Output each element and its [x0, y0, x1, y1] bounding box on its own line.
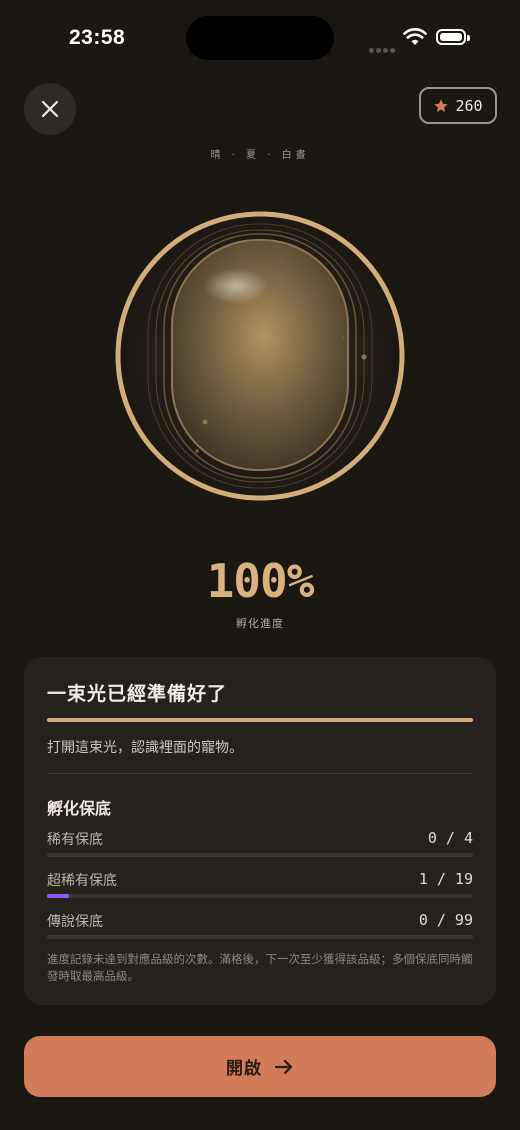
weather-label: 晴	[210, 150, 225, 161]
ready-progress-bar	[47, 718, 473, 722]
environment-info: 晴 · 夏 · 白晝	[0, 146, 520, 161]
open-button[interactable]: 開啟	[24, 1036, 496, 1097]
pity-row-rare: 稀有保底 0 / 4	[47, 829, 473, 859]
star-icon	[434, 98, 449, 112]
pity-row-label: 超稀有保底	[47, 873, 117, 889]
cellular-signal-icon	[369, 38, 397, 57]
open-button-label: 開啟	[226, 1059, 262, 1079]
separator: ·	[267, 150, 275, 161]
pity-row-value: 1 / 19	[418, 870, 473, 888]
season-label: 夏	[246, 150, 260, 161]
pity-note: 進度記錄未達到對應品級的次數。滿格後，下一次至少獲得該品級；多個保底同時觸發時取…	[47, 952, 473, 983]
pity-row-label: 傳說保底	[47, 914, 103, 930]
dynamic-island	[186, 16, 334, 60]
close-button[interactable]	[24, 83, 76, 135]
pity-row-value: 0 / 99	[418, 911, 473, 929]
points-badge: 260	[419, 87, 497, 124]
light-egg[interactable]	[114, 210, 406, 502]
wifi-icon	[403, 28, 427, 50]
pity-row-label: 稀有保底	[47, 832, 103, 848]
card-description: 打開這束光，認識裡面的寵物。	[47, 740, 243, 756]
close-icon	[41, 100, 59, 118]
separator: ·	[231, 150, 239, 161]
status-time: 23:58	[69, 26, 126, 49]
pity-progress-track	[47, 935, 473, 939]
pity-row-legendary: 傳說保底 0 / 99	[47, 911, 473, 941]
pity-row-value: 0 / 4	[427, 829, 473, 847]
status-bar: 23:58	[0, 0, 520, 80]
pity-progress-track	[47, 894, 473, 898]
hatch-info-card: 一束光已經準備好了 打開這束光，認識裡面的寵物。 孵化保底 稀有保底 0 / 4…	[24, 657, 496, 1005]
points-value: 260	[455, 96, 483, 115]
pity-row-super-rare: 超稀有保底 1 / 19	[47, 870, 473, 900]
hatch-progress-label: 孵化進度	[236, 617, 284, 630]
arrow-right-icon	[274, 1059, 293, 1074]
pity-progress-track	[47, 853, 473, 857]
pity-progress-fill	[47, 894, 70, 898]
pity-section-title: 孵化保底	[47, 799, 112, 818]
hatch-progress-value: 100%	[206, 554, 315, 608]
daytime-label: 白晝	[281, 150, 310, 161]
card-title: 一束光已經準備好了	[47, 683, 228, 705]
divider	[47, 773, 473, 774]
battery-icon	[436, 29, 470, 45]
